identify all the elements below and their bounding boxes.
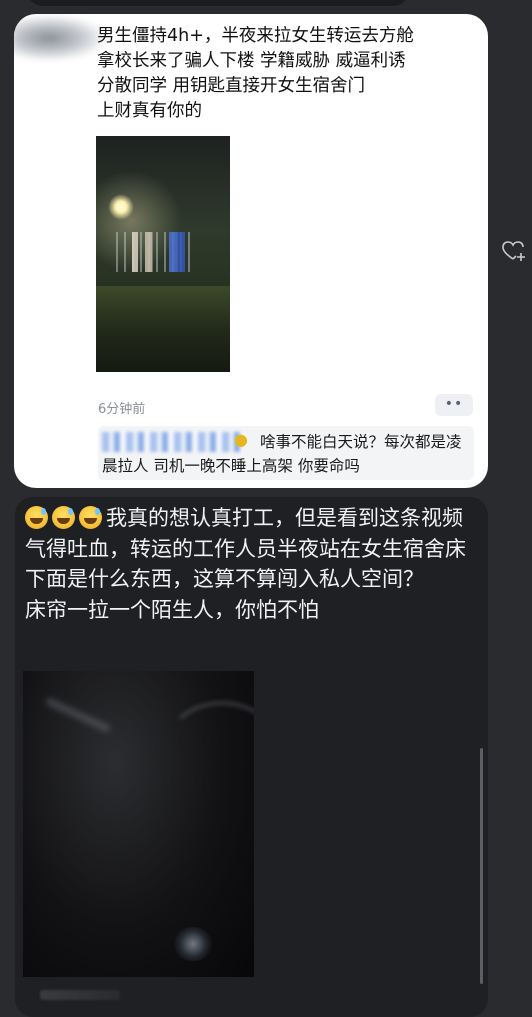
video-light-spot — [173, 927, 213, 961]
post-1-timestamp: 6分钟前 — [98, 402, 146, 417]
scrollbar[interactable] — [480, 748, 483, 984]
photo-people — [132, 232, 192, 272]
post-2-line2: 床帘一拉一个陌生人，你怕不怕 — [25, 597, 319, 622]
next-item-edge — [40, 990, 120, 1000]
post-card-1[interactable]: 男生僵持4h+，半夜来拉女生转运去方舱 拿校长来了骗人下楼 学籍威胁 威逼利诱 … — [14, 14, 488, 488]
sweat-smile-icon — [25, 506, 48, 529]
post-1-photo[interactable] — [96, 136, 230, 372]
post-card-2[interactable]: 我真的想认真打工，但是看到这条视频气得吐血，转运的工作人员半夜站在女生宿舍床下面… — [15, 497, 488, 1017]
previous-card-edge — [28, 0, 408, 6]
more-options-button[interactable]: •• — [435, 394, 473, 416]
photo-street-lamp — [108, 194, 134, 220]
sweat-smile-icon — [79, 506, 102, 529]
reply-text: 啥事不能白天说？每次都是凌晨拉人 司机一晚不睡上高架 你要命吗 — [102, 433, 462, 475]
reply-comment[interactable]: ● 啥事不能白天说？每次都是凌晨拉人 司机一晚不睡上高架 你要命吗 — [98, 426, 474, 480]
heart-plus-icon[interactable] — [502, 240, 528, 262]
video-blur-streak — [44, 696, 112, 734]
video-curtain-edge — [163, 701, 254, 799]
blurred-avatar — [14, 16, 104, 60]
photo-ground — [96, 286, 230, 372]
sweat-smile-icon — [52, 506, 75, 529]
post-2-text: 我真的想认真打工，但是看到这条视频气得吐血，转运的工作人员半夜站在女生宿舍床下面… — [25, 503, 475, 625]
post-2-video[interactable] — [23, 671, 254, 977]
post-1-text: 男生僵持4h+，半夜来拉女生转运去方舱 拿校长来了骗人下楼 学籍威胁 威逼利诱 … — [97, 26, 414, 121]
